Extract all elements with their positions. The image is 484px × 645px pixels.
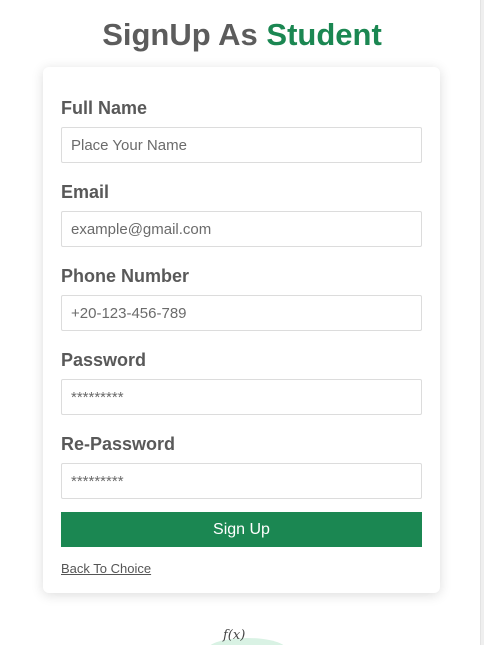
re-password-input[interactable] <box>61 463 422 499</box>
email-label: Email <box>61 182 110 202</box>
full-name-label: Full Name <box>61 98 148 118</box>
footer-illustration: f(x) <box>205 624 295 645</box>
email-input[interactable] <box>61 211 422 247</box>
re-password-label: Re-Password <box>61 434 176 454</box>
signup-form-card: Full Name Email Phone Number Password Re… <box>43 67 440 593</box>
page-scrollbar-edge <box>480 0 484 645</box>
password-label: Password <box>61 350 147 370</box>
phone-number-input[interactable] <box>61 295 422 331</box>
formula-text: f(x) <box>222 628 245 643</box>
password-input[interactable] <box>61 379 422 415</box>
title-accent: Student <box>266 17 382 52</box>
sign-up-button[interactable]: Sign Up <box>61 512 422 547</box>
back-to-choice-link[interactable]: Back To Choice <box>61 561 151 576</box>
full-name-input[interactable] <box>61 127 422 163</box>
page-title: SignUp As Student <box>0 17 484 53</box>
math-blob-icon: f(x) <box>210 628 284 645</box>
title-prefix: SignUp As <box>102 17 258 52</box>
phone-number-label: Phone Number <box>61 266 190 286</box>
